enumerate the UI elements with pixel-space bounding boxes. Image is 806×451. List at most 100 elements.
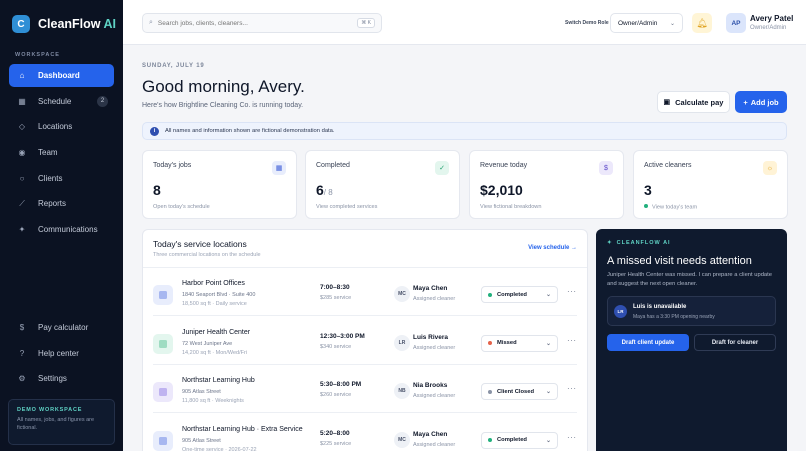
sidebar-item-communications[interactable]: ✦ Communications	[9, 218, 114, 241]
locations-title: Today's service locations	[153, 239, 247, 249]
demo-notice: i All names and information shown are fi…	[142, 122, 787, 140]
page-title: Good morning, Avery.	[142, 77, 305, 96]
status-select[interactable]: Client Closed ⌄	[481, 383, 558, 400]
service-time: 7:00–8:30	[320, 284, 350, 291]
sidebar-item-team[interactable]: ◉ Team	[9, 141, 114, 164]
service-time: 5:30–8:00 PM	[320, 381, 362, 388]
stat-link[interactable]: View fictional breakdown	[480, 204, 541, 210]
sidebar-item-settings[interactable]: ⚙ Settings	[9, 367, 114, 390]
table-row[interactable]: Juniper Health Center 72 West Juniper Ave…	[143, 317, 587, 365]
service-price: $225 service	[320, 440, 352, 447]
table-row[interactable]: Northstar Learning Hub · Extra Service 90…	[143, 414, 587, 451]
location-pin-icon: ◇	[18, 122, 26, 132]
avatar: LR	[394, 334, 410, 351]
status-value: Missed	[497, 340, 517, 346]
calculate-pay-button[interactable]: ▣ Calculate pay	[657, 91, 730, 113]
sidebar-bottom-nav: $ Pay calculator ? Help center ⚙ Settings	[9, 316, 114, 393]
chevron-down-icon: ⌄	[545, 437, 551, 444]
switch-role-label: Switch Demo Role	[565, 20, 609, 26]
more-options-icon[interactable]: ···	[567, 384, 577, 393]
stat-link[interactable]: Open today's schedule	[153, 204, 210, 210]
search-input[interactable]	[157, 19, 348, 27]
add-job-label: Add job	[750, 97, 779, 107]
sidebar-item-schedule[interactable]: ▦ Schedule 2	[9, 90, 114, 113]
brand[interactable]: C CleanFlow AI	[12, 15, 116, 33]
ai-alert-title: Luis is unavailable	[633, 304, 687, 310]
stat-link[interactable]: View completed services	[316, 204, 377, 210]
location-name: Northstar Learning Hub	[182, 377, 255, 384]
location-meta: 11,800 sq ft · Weeknights	[182, 398, 244, 404]
ai-text: Juniper Health Center was missed. I can …	[607, 272, 772, 287]
stat-card-completed[interactable]: Completed 6/ 8 View completed services ✓	[305, 150, 460, 219]
status-dot	[488, 438, 492, 442]
count-badge: 2	[97, 95, 108, 107]
sidebar-item-reports[interactable]: ⟋ Reports	[9, 192, 114, 215]
home-icon: ⌂	[19, 71, 25, 80]
draft-client-update-button[interactable]: Draft client update	[607, 334, 689, 351]
stat-label: Completed	[316, 162, 350, 169]
service-price: $285 service	[320, 295, 352, 301]
status-dot	[644, 204, 648, 208]
notice-text: All names and information shown are fict…	[165, 128, 335, 134]
status-select[interactable]: Missed ⌄	[481, 334, 558, 352]
sidebar-item-label: Locations	[38, 122, 73, 132]
role-select[interactable]: Owner/Admin ⌄	[610, 13, 683, 33]
draft-for-cleaner-button[interactable]: Draft for cleaner	[694, 334, 776, 351]
cleaner-name: Nia Brooks	[413, 382, 448, 389]
top-bar: ⌕ ⌘ K Switch Demo Role Owner/Admin ⌄ 🔔︎ …	[123, 0, 806, 45]
building-icon	[153, 285, 173, 305]
demo-text: All names, jobs, and figures are fiction…	[17, 417, 95, 431]
view-schedule-link[interactable]: View schedule →	[528, 245, 577, 251]
current-date: SUNDAY, JULY 19	[142, 63, 205, 69]
sidebar: C CleanFlow AI WORKSPACE ⌂ Dashboard ▦ Sche…	[0, 0, 123, 451]
sidebar-item-help-center[interactable]: ? Help center	[9, 342, 114, 365]
demo-title: DEMO WORKSPACE	[17, 407, 83, 413]
service-time: 12:30–3:00 PM	[320, 332, 365, 340]
service-price: $340 service	[320, 343, 352, 350]
sidebar-item-locations[interactable]: ◇ Locations	[9, 115, 114, 138]
service-price: $260 service	[320, 392, 352, 398]
avatar[interactable]: AP	[726, 13, 746, 33]
chevron-down-icon: ⌄	[669, 20, 675, 27]
sidebar-item-label: Communications	[38, 225, 98, 235]
stat-card-revenue-today[interactable]: Revenue today $2,010 View fictional breakd…	[469, 150, 624, 219]
avatar: LR	[614, 305, 627, 318]
calculator-icon: ▣	[663, 99, 671, 106]
stat-card-active-cleaners[interactable]: Active cleaners 3 View today's team ☼	[633, 150, 788, 219]
bell-icon[interactable]: 🔔︎	[692, 13, 712, 33]
reports-icon: ⟋	[19, 198, 25, 208]
plus-icon: +	[743, 97, 748, 107]
sidebar-item-pay-calculator[interactable]: $ Pay calculator	[9, 316, 114, 339]
service-locations-card: Today's service locations Three commerci…	[142, 229, 588, 451]
dollar-icon: $	[19, 323, 25, 332]
building-icon	[153, 430, 173, 451]
sidebar-item-label: Reports	[38, 199, 67, 209]
table-row[interactable]: Northstar Learning Hub 905 Atlas Street 11…	[143, 365, 587, 413]
sidebar-item-label: Help center	[38, 348, 79, 358]
add-job-button[interactable]: + Add job	[735, 91, 787, 113]
search-box[interactable]: ⌕ ⌘ K	[142, 13, 382, 33]
ai-alert: LR Luis is unavailable Maya has a 3:30 P…	[607, 296, 776, 326]
stat-card-today-s-jobs[interactable]: Today's jobs 8 Open today's schedule ▦	[142, 150, 297, 219]
sidebar-item-dashboard[interactable]: ⌂ Dashboard	[9, 64, 114, 87]
more-options-icon[interactable]: ···	[567, 433, 577, 442]
table-row[interactable]: Harbor Point Offices 1840 Seaport Blvd · …	[143, 268, 587, 316]
workspace-section-label: WORKSPACE	[15, 52, 60, 58]
ai-title: A missed visit needs attention	[607, 255, 752, 267]
stat-link[interactable]: View today's team	[644, 204, 697, 211]
sparkle-icon: ✦	[18, 225, 26, 235]
stat-label: Revenue today	[480, 162, 528, 169]
page-subtitle: Here's how Brightline Cleaning Co. is ru…	[142, 102, 304, 109]
building-icon	[153, 382, 173, 402]
chevron-down-icon: ⌄	[545, 389, 551, 395]
brand-name: CleanFlow AI	[38, 17, 117, 31]
status-select[interactable]: Completed ⌄	[481, 286, 558, 303]
clients-icon: ○	[19, 173, 25, 183]
more-options-icon[interactable]: ···	[567, 287, 577, 296]
sidebar-item-clients[interactable]: ○ Clients	[9, 167, 114, 190]
location-meta: 18,500 sq ft · Daily service	[182, 301, 247, 307]
more-options-icon[interactable]: ···	[567, 336, 577, 345]
sidebar-item-label: Clients	[38, 173, 63, 183]
status-select[interactable]: Completed ⌄	[481, 431, 558, 449]
sidebar-item-label: Team	[38, 148, 58, 158]
